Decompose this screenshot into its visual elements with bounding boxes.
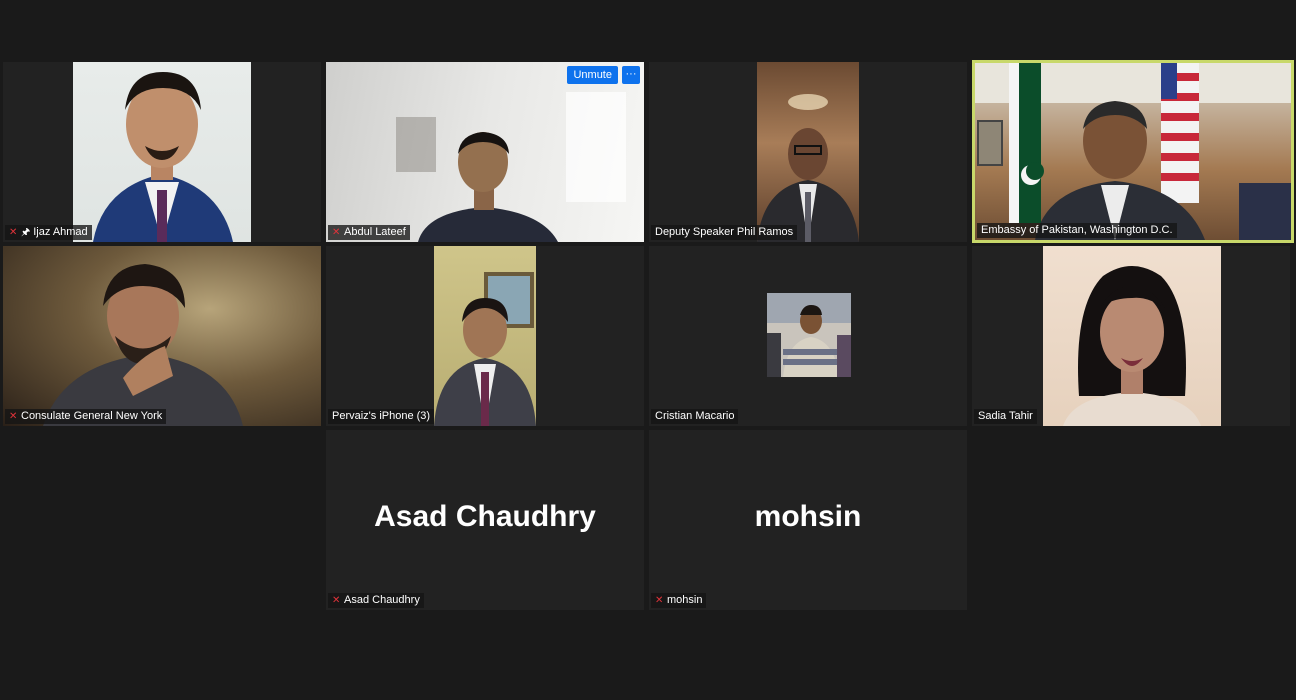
participant-name: Sadia Tahir (978, 410, 1033, 422)
participant-name: Cristian Macario (655, 410, 735, 422)
video-gallery: ✕ 🖈 Ijaz Ahmad Unmute ··· ✕ Abdul Lateef (0, 0, 1296, 700)
video-off-name: Asad Chaudhry (374, 500, 596, 533)
participant-name-tag: ✕ Abdul Lateef (328, 225, 410, 240)
mic-muted-icon: ✕ (655, 595, 664, 606)
participant-tile-phil-ramos[interactable]: Deputy Speaker Phil Ramos (649, 62, 967, 242)
participant-name-tag: ✕ mohsin (651, 593, 707, 608)
participant-name-tag: Cristian Macario (651, 409, 739, 424)
participant-name: Consulate General New York (21, 410, 163, 422)
participant-video (757, 62, 859, 242)
participant-tile-embassy[interactable]: Embassy of Pakistan, Washington D.C. (972, 60, 1294, 243)
mic-muted-icon: ✕ (9, 227, 18, 238)
participant-video (434, 246, 536, 426)
participant-video (73, 62, 251, 242)
participant-avatar-photo (767, 293, 851, 377)
participant-name: Abdul Lateef (344, 226, 406, 238)
mic-muted-icon: ✕ (332, 595, 341, 606)
participant-name-tag: Embassy of Pakistan, Washington D.C. (977, 223, 1177, 238)
participant-portrait (434, 272, 536, 426)
participant-video (975, 63, 1291, 240)
participant-tile-consulate-ny[interactable]: ✕ Consulate General New York (3, 246, 321, 426)
mic-muted-icon: ✕ (9, 411, 18, 422)
participant-name: Pervaiz's iPhone (3) (332, 410, 431, 422)
participant-name: Embassy of Pakistan, Washington D.C. (981, 224, 1173, 236)
pin-icon: 🖈 (21, 227, 31, 238)
participant-video (326, 62, 644, 242)
participant-portrait (93, 72, 233, 242)
participant-tile-abdul-lateef[interactable]: Unmute ··· ✕ Abdul Lateef (326, 62, 644, 242)
participant-name-tag: ✕ Asad Chaudhry (328, 593, 424, 608)
participant-name-tag: Pervaiz's iPhone (3) (328, 409, 435, 424)
participant-portrait (975, 63, 1291, 240)
participant-portrait (43, 264, 243, 426)
unmute-button[interactable]: Unmute (567, 66, 618, 84)
participant-video (3, 246, 321, 426)
video-off-name: mohsin (754, 500, 862, 533)
participant-tile-pervaiz-iphone[interactable]: Pervaiz's iPhone (3) (326, 246, 644, 426)
meeting-toolbar (0, 692, 1296, 700)
participant-name: Asad Chaudhry (344, 594, 420, 606)
participant-tile-sadia-tahir[interactable]: Sadia Tahir (972, 246, 1290, 426)
participant-name-tag: ✕ Consulate General New York (5, 409, 167, 424)
participant-video (1043, 246, 1221, 426)
participant-portrait (1063, 266, 1201, 426)
participant-tile-cristian-macario[interactable]: Cristian Macario (649, 246, 967, 426)
participant-tile-asad-chaudhry[interactable]: Asad Chaudhry ✕ Asad Chaudhry (326, 430, 644, 610)
participant-tile-mohsin[interactable]: mohsin ✕ mohsin (649, 430, 967, 610)
participant-name: mohsin (667, 594, 703, 606)
more-options-button[interactable]: ··· (622, 66, 640, 84)
participant-portrait (396, 92, 626, 242)
participant-name-tag: ✕ 🖈 Ijaz Ahmad (5, 225, 92, 240)
participant-name-tag: Sadia Tahir (974, 409, 1037, 424)
participant-portrait (767, 293, 851, 377)
participant-name: Ijaz Ahmad (33, 226, 88, 238)
participant-portrait (757, 94, 859, 242)
participant-name-tag: Deputy Speaker Phil Ramos (651, 225, 798, 240)
participant-name: Deputy Speaker Phil Ramos (655, 226, 794, 238)
participant-tile-ijaz-ahmad[interactable]: ✕ 🖈 Ijaz Ahmad (3, 62, 321, 242)
mic-muted-icon: ✕ (332, 227, 341, 238)
